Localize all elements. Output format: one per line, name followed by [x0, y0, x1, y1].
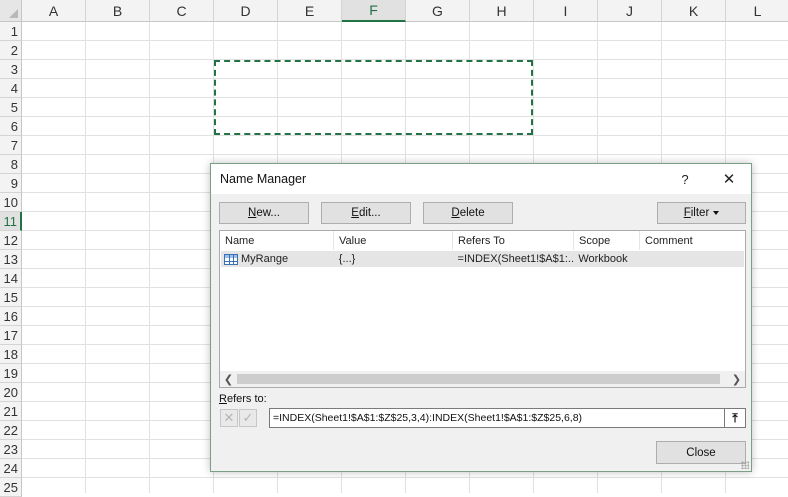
- row-header[interactable]: 25: [0, 478, 22, 497]
- name-cell: MyRange: [221, 251, 334, 267]
- row-header[interactable]: 6: [0, 117, 22, 136]
- new-button[interactable]: New...: [219, 202, 309, 224]
- edit-button-accesskey: E: [351, 207, 359, 219]
- column-header-comment[interactable]: Comment: [640, 231, 745, 250]
- name-manager-dialog: Name Manager ? ✕ New... Edit... Delete F…: [210, 163, 752, 472]
- column-header[interactable]: L: [726, 0, 788, 22]
- row-header[interactable]: 4: [0, 79, 22, 98]
- row-header[interactable]: 18: [0, 345, 22, 364]
- row-headers: 1 2 3 4 5 6 7 8 9 10 11 12 13 14 15 16 17 18 19 20 21 22 23 24 2…: [0, 22, 22, 497]
- scroll-left-icon[interactable]: ❮: [220, 371, 237, 387]
- delete-button-label: elete: [459, 207, 485, 219]
- delete-button-accesskey: D: [451, 207, 460, 219]
- row-header[interactable]: 8: [0, 155, 22, 174]
- scroll-right-icon[interactable]: ❯: [728, 371, 745, 387]
- row-header[interactable]: 24: [0, 459, 22, 478]
- column-header[interactable]: H: [470, 0, 534, 22]
- dialog-titlebar[interactable]: Name Manager ? ✕: [211, 164, 751, 194]
- column-header-value[interactable]: Value: [334, 231, 453, 250]
- value-cell: {...}: [338, 253, 356, 265]
- column-header[interactable]: C: [150, 0, 214, 22]
- refers-to-accesskey: R: [219, 393, 227, 405]
- scrollbar-thumb[interactable]: [237, 374, 720, 384]
- table-row[interactable]: MyRange {...} =INDEX(Sheet1!$A$1:... Wor…: [221, 251, 744, 267]
- column-header[interactable]: G: [406, 0, 470, 22]
- row-header[interactable]: 11: [0, 212, 22, 231]
- new-button-accesskey: N: [248, 207, 257, 219]
- chevron-down-icon: [713, 211, 720, 215]
- edit-button[interactable]: Edit...: [321, 202, 411, 224]
- refers-to-label: Refers to:: [219, 393, 267, 405]
- resize-grip-icon[interactable]: [741, 461, 749, 469]
- edit-button-label: dit...: [358, 207, 381, 219]
- refers-to-label-text: efers to:: [226, 393, 267, 405]
- row-header[interactable]: 22: [0, 421, 22, 440]
- names-list-header: Name Value Refers To Scope Comment: [220, 231, 745, 250]
- dialog-title: Name Manager: [220, 172, 307, 186]
- new-button-label: ew...: [256, 207, 280, 219]
- refers-to-input[interactable]: [269, 408, 725, 428]
- row-header[interactable]: 5: [0, 98, 22, 117]
- column-header[interactable]: D: [214, 0, 278, 22]
- row-header[interactable]: 14: [0, 269, 22, 288]
- help-button[interactable]: ?: [673, 168, 697, 190]
- row-header[interactable]: 13: [0, 250, 22, 269]
- row-header[interactable]: 12: [0, 231, 22, 250]
- filter-button-accesskey: F: [683, 207, 691, 219]
- column-header-name[interactable]: Name: [220, 231, 334, 250]
- row-header[interactable]: 21: [0, 402, 22, 421]
- close-button[interactable]: Close: [656, 441, 746, 464]
- row-header[interactable]: 16: [0, 307, 22, 326]
- row-header[interactable]: 10: [0, 193, 22, 212]
- name-text: MyRange: [241, 253, 289, 265]
- confirm-edit-icon[interactable]: ✓: [239, 409, 257, 427]
- row-header[interactable]: 17: [0, 326, 22, 345]
- column-header[interactable]: I: [534, 0, 598, 22]
- refers-to-cell: =INDEX(Sheet1!$A$1:...: [457, 253, 574, 265]
- horizontal-scrollbar[interactable]: ❮ ❯: [220, 371, 745, 387]
- row-header[interactable]: 23: [0, 440, 22, 459]
- select-all-button[interactable]: [0, 0, 22, 22]
- row-header[interactable]: 20: [0, 383, 22, 402]
- scope-cell: Workbook: [578, 253, 628, 265]
- row-header[interactable]: 7: [0, 136, 22, 155]
- column-header-scope[interactable]: Scope: [574, 231, 640, 250]
- range-selection-marquee: [214, 60, 533, 135]
- column-header[interactable]: J: [598, 0, 662, 22]
- filter-button[interactable]: Filter: [657, 202, 746, 224]
- row-header[interactable]: 1: [0, 22, 22, 41]
- names-list[interactable]: Name Value Refers To Scope Comment MyRan…: [219, 230, 746, 388]
- column-header[interactable]: K: [662, 0, 726, 22]
- row-header[interactable]: 19: [0, 364, 22, 383]
- filter-button-label: ilter: [690, 207, 710, 219]
- delete-button[interactable]: Delete: [423, 202, 513, 224]
- column-header[interactable]: B: [86, 0, 150, 22]
- collapse-dialog-icon[interactable]: ⤒: [725, 408, 746, 428]
- row-header[interactable]: 9: [0, 174, 22, 193]
- column-header[interactable]: A: [22, 0, 86, 22]
- column-header[interactable]: F: [342, 0, 406, 22]
- name-range-icon: [224, 253, 238, 265]
- row-header[interactable]: 15: [0, 288, 22, 307]
- comment-cell: [639, 251, 744, 267]
- cancel-edit-icon[interactable]: ✕: [220, 409, 238, 427]
- column-header[interactable]: E: [278, 0, 342, 22]
- close-icon[interactable]: ✕: [715, 168, 743, 190]
- column-header-refers-to[interactable]: Refers To: [453, 231, 574, 250]
- row-header[interactable]: 3: [0, 60, 22, 79]
- column-headers: ABCDEFGHIJKL: [22, 0, 788, 22]
- row-header[interactable]: 2: [0, 41, 22, 60]
